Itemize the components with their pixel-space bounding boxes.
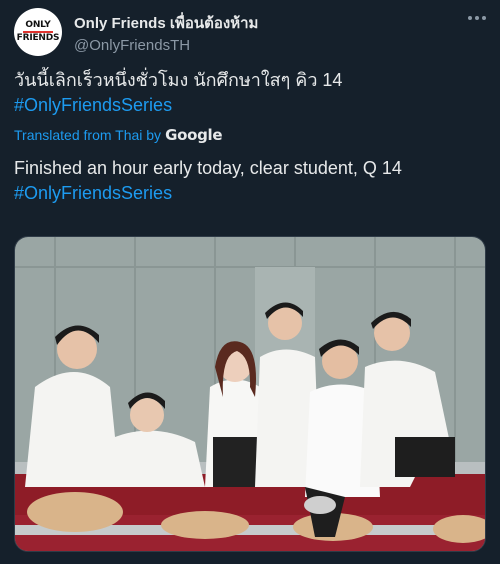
tweet-photo[interactable] [14, 236, 486, 552]
more-options-icon[interactable] [468, 16, 486, 20]
tweet-original-text: วันนี้เลิกเร็วหนึ่งชั่วโมง นักศึกษาใสๆ ค… [14, 70, 343, 90]
account-names: Only Friends เพื่อนต้องห้าม @OnlyFriends… [74, 11, 258, 54]
translation-attribution[interactable]: Translated from Thai by Google [14, 126, 223, 144]
photo-illustration [15, 237, 485, 551]
account-handle[interactable]: @OnlyFriendsTH [74, 37, 258, 54]
google-logo: Google [165, 126, 223, 144]
logo-text-bottom: FRIENDS [16, 33, 60, 43]
logo-text-top: ONLY [25, 20, 51, 30]
tweet-header: ONLY FRIENDS Only Friends เพื่อนต้องห้าม… [14, 8, 258, 56]
account-avatar[interactable]: ONLY FRIENDS [14, 8, 62, 56]
tweet-translated-text: Finished an hour early today, clear stud… [14, 158, 402, 178]
translated-hashtag-link[interactable]: #OnlyFriendsSeries [14, 181, 172, 205]
display-name[interactable]: Only Friends เพื่อนต้องห้าม [74, 11, 258, 35]
original-hashtag-link[interactable]: #OnlyFriendsSeries [14, 93, 172, 117]
translated-from-label: Translated from Thai by [14, 127, 162, 143]
